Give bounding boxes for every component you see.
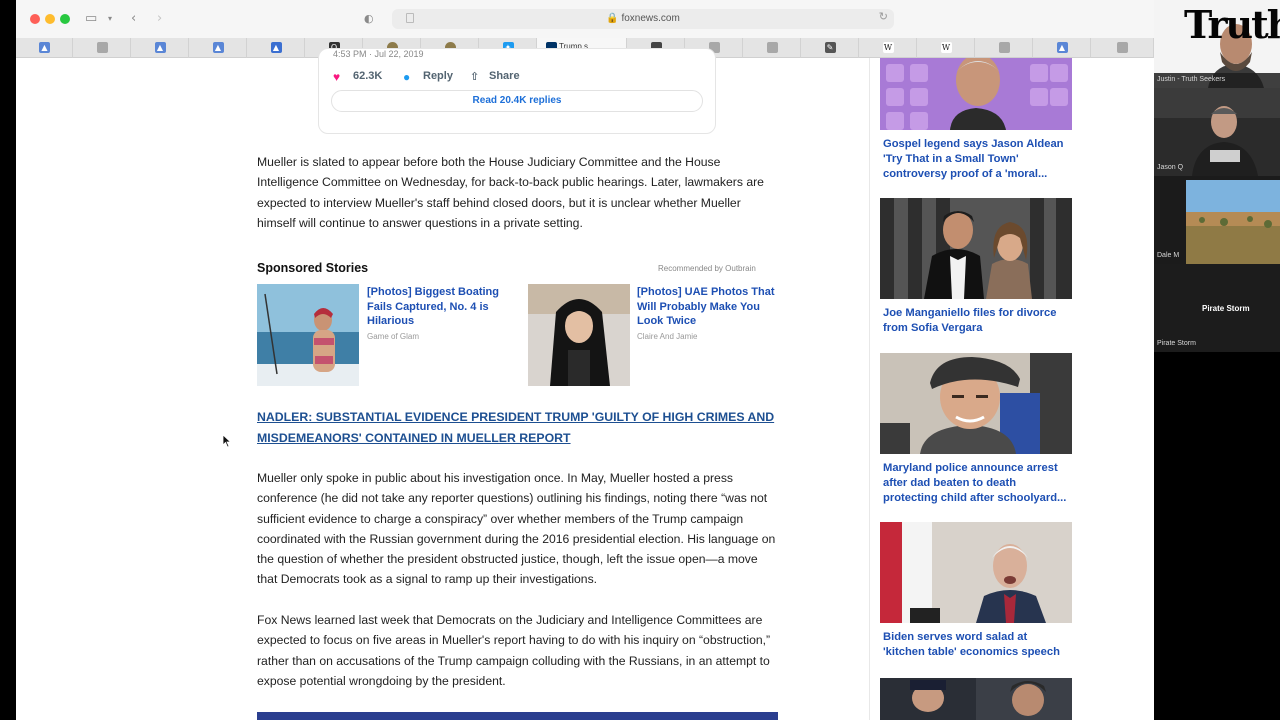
triangle-favicon-icon: ▲ — [1056, 42, 1068, 53]
page-favicon-icon — [998, 42, 1010, 53]
tab[interactable] — [1091, 38, 1154, 58]
participant-tile-jason[interactable]: Jason Q — [1154, 88, 1280, 176]
participant-caption: Pirate Storm — [1202, 304, 1250, 313]
wikipedia-favicon-icon: W — [882, 42, 894, 53]
sidebar-image-gospel[interactable] — [880, 58, 1072, 130]
participant-name: Justin - Truth Seekers — [1157, 76, 1226, 83]
promo-image-boating[interactable] — [257, 284, 359, 386]
participant-name: Jason Q — [1157, 164, 1184, 171]
reply-icon[interactable]: ● — [403, 70, 410, 84]
sponsored-heading: Sponsored Stories — [257, 261, 369, 275]
sidebar-story-title[interactable]: Gospel legend says Jason Aldean 'Try Tha… — [883, 137, 1069, 182]
sidebar-story-title[interactable]: Biden serves word salad at 'kitchen tabl… — [883, 630, 1069, 660]
promo-source: Claire And Jamie — [637, 332, 698, 341]
sidebar-story-title[interactable]: Maryland police announce arrest after da… — [883, 461, 1069, 506]
share-button[interactable]: Share — [489, 70, 520, 82]
mouse-cursor-icon — [222, 434, 232, 448]
participant-tile-dale[interactable]: Dale M — [1154, 176, 1280, 264]
related-article-link[interactable]: NADLER: SUBSTANTIAL EVIDENCE PRESIDENT T… — [257, 407, 781, 448]
sidebar-image-next[interactable] — [880, 678, 1072, 720]
url-value: foxnews.com — [621, 13, 680, 24]
embedded-tweet: 4:53 PM · Jul 22, 2019 ♥ 62.3K ● Reply ⇧… — [318, 48, 716, 134]
share-icon[interactable]: ⇧ — [470, 70, 479, 83]
page-favicon-icon — [96, 42, 108, 53]
participant-name: Dale M — [1157, 252, 1180, 259]
tweet-date: 4:53 PM · Jul 22, 2019 — [333, 49, 424, 59]
chevron-down-icon[interactable]: ▾ — [108, 10, 112, 28]
tab[interactable]: ▲ — [189, 38, 247, 58]
promo-title-boating[interactable]: [Photos] Biggest Boating Fails Captured,… — [367, 285, 517, 329]
forward-icon[interactable]: › — [157, 10, 162, 28]
shield-icon[interactable]: ◐ — [364, 10, 374, 28]
sidebar-toggle-icon[interactable]: ▭ — [85, 10, 97, 28]
minimize-window-button[interactable] — [45, 14, 55, 24]
triangle-favicon-icon: ▲ — [154, 42, 166, 53]
triangle-favicon-icon: ▲ — [212, 42, 224, 53]
sidebar-story-title[interactable]: Joe Manganiello files for divorce from S… — [883, 306, 1069, 336]
address-bar[interactable]: 🔒 foxnews.com ↻ — [392, 9, 894, 29]
tab[interactable]: ▲ — [16, 38, 73, 58]
url-text: 🔒 foxnews.com — [606, 13, 680, 24]
promo-image-uae[interactable] — [528, 284, 630, 386]
reply-button[interactable]: Reply — [423, 70, 453, 82]
heart-icon[interactable]: ♥ — [333, 70, 340, 84]
wikipedia-favicon-icon: W — [940, 42, 952, 53]
tab[interactable]: ▲ — [131, 38, 189, 58]
back-icon[interactable]: ‹ — [131, 10, 136, 28]
close-window-button[interactable] — [30, 14, 40, 24]
tab[interactable]: W — [859, 38, 917, 58]
participant-tile-pirate-storm[interactable]: Pirate Storm Pirate Storm — [1154, 264, 1280, 352]
tab[interactable] — [975, 38, 1033, 58]
browser-toolbar: ▭ ▾ ‹ › ◐ 🔒 foxnews.com ↻ — [16, 0, 1154, 38]
like-count[interactable]: 62.3K — [353, 70, 382, 82]
sidebar-divider — [869, 58, 870, 720]
page-favicon-icon — [766, 42, 778, 53]
promo-source: Game of Glam — [367, 332, 420, 341]
page-favicon-icon — [1117, 42, 1128, 53]
participant-tile-justin[interactable]: Truth Justin - Truth Seekers — [1154, 0, 1280, 88]
browser-window: ▭ ▾ ‹ › ◐ 🔒 foxnews.com ↻ ▲ ▲ ▲ ▲ Q ✦ Tr… — [16, 0, 1154, 720]
video-call-panel: Truth Justin - Truth Seekers Jason Q — [1154, 0, 1280, 352]
zoom-window-button[interactable] — [60, 14, 70, 24]
tab[interactable] — [743, 38, 801, 58]
outbrain-credit[interactable]: Recommended by Outbrain — [658, 264, 756, 273]
reload-icon[interactable]: ↻ — [879, 10, 888, 23]
article-paragraph: Mueller only spoke in public about his i… — [257, 471, 776, 587]
read-replies-button[interactable]: Read 20.4K replies — [331, 90, 703, 112]
promo-title-uae[interactable]: [Photos] UAE Photos That Will Probably M… — [637, 285, 787, 329]
participant-name: Pirate Storm — [1157, 340, 1196, 347]
tab[interactable]: ▲ — [1033, 38, 1091, 58]
triangle-favicon-icon: ▲ — [270, 42, 282, 53]
screen: ▭ ▾ ‹ › ◐ 🔒 foxnews.com ↻ ▲ ▲ ▲ ▲ Q ✦ Tr… — [0, 0, 1280, 720]
tab[interactable]: W — [917, 38, 975, 58]
web-page: 4:53 PM · Jul 22, 2019 ♥ 62.3K ● Reply ⇧… — [16, 48, 1154, 720]
truth-logo: Truth — [1184, 2, 1280, 47]
pen-favicon-icon: ✎ — [824, 42, 836, 53]
tab[interactable] — [73, 38, 131, 58]
sidebar-image-manganiello[interactable] — [880, 198, 1072, 299]
article-paragraph: Mueller is slated to appear before both … — [257, 155, 764, 230]
tab[interactable]: ▲ — [247, 38, 305, 58]
triangle-favicon-icon: ▲ — [39, 42, 50, 53]
article-paragraph: Fox News learned last week that Democrat… — [257, 613, 771, 688]
sidebar-image-biden[interactable] — [880, 522, 1072, 623]
tab[interactable]: ✎ — [801, 38, 859, 58]
sidebar-image-maryland[interactable] — [880, 353, 1072, 454]
video-player-top[interactable] — [257, 712, 778, 720]
